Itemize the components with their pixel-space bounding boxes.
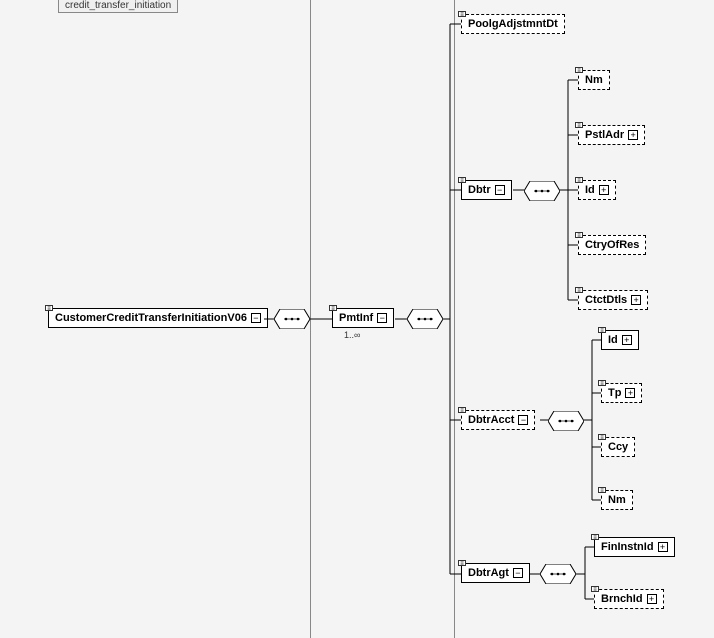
node-customer-credit-transfer[interactable]: ≡ CustomerCreditTransferInitiationV06 − xyxy=(48,308,268,328)
node-label: PmtInf xyxy=(339,312,373,324)
node-label: DbtrAcct xyxy=(468,414,514,426)
element-icon: ≡ xyxy=(575,287,583,293)
sequence-connector xyxy=(524,181,560,201)
element-icon: ≡ xyxy=(591,534,599,540)
node-dbtr-ctryofres[interactable]: ≡ CtryOfRes xyxy=(578,235,646,255)
node-dbtragt-fininstnid[interactable]: ≡ FinInstnId + xyxy=(594,537,675,557)
element-icon: ≡ xyxy=(575,122,583,128)
collapse-icon[interactable]: − xyxy=(518,415,528,425)
expand-icon[interactable]: + xyxy=(599,185,609,195)
node-label: CustomerCreditTransferInitiationV06 xyxy=(55,312,247,324)
node-label: PstlAdr xyxy=(585,129,624,141)
expand-icon[interactable]: + xyxy=(625,388,635,398)
node-label: Tp xyxy=(608,387,621,399)
node-label: Dbtr xyxy=(468,184,491,196)
node-label: PoolgAdjstmntDt xyxy=(468,18,558,30)
element-icon: ≡ xyxy=(458,11,466,17)
node-label: DbtrAgt xyxy=(468,567,509,579)
expand-icon[interactable]: + xyxy=(631,295,641,305)
node-label: Id xyxy=(608,334,618,346)
vertical-divider xyxy=(454,0,455,638)
node-label: Ccy xyxy=(608,441,628,453)
node-dbtracct-id[interactable]: ≡ Id + xyxy=(601,330,639,350)
element-icon: ≡ xyxy=(45,305,53,311)
node-dbtragt-brnchid[interactable]: ≡ BrnchId + xyxy=(594,589,664,609)
node-dbtr-id[interactable]: ≡ Id + xyxy=(578,180,616,200)
expand-icon[interactable]: + xyxy=(622,335,632,345)
node-label: BrnchId xyxy=(601,593,643,605)
node-dbtracct-nm[interactable]: ≡ Nm xyxy=(601,490,633,510)
node-dbtracct-ccy[interactable]: ≡ Ccy xyxy=(601,437,635,457)
sequence-connector xyxy=(274,309,310,329)
sequence-connector xyxy=(548,411,584,431)
element-icon: ≡ xyxy=(591,586,599,592)
element-icon: ≡ xyxy=(575,177,583,183)
node-dbtracct[interactable]: ≡ DbtrAcct − xyxy=(461,410,535,430)
node-dbtr-ctctdtls[interactable]: ≡ CtctDtls + xyxy=(578,290,648,310)
node-poolgadjstmntdt[interactable]: ≡ PoolgAdjstmntDt xyxy=(461,14,565,34)
node-dbtragt[interactable]: ≡ DbtrAgt − xyxy=(461,563,530,583)
occurrence-label: 1..∞ xyxy=(344,330,360,340)
sequence-connector xyxy=(540,564,576,584)
element-icon: ≡ xyxy=(598,327,606,333)
node-dbtr-nm[interactable]: ≡ Nm xyxy=(578,70,610,90)
element-icon: ≡ xyxy=(458,560,466,566)
element-icon: ≡ xyxy=(575,67,583,73)
node-label: CtryOfRes xyxy=(585,239,639,251)
node-label: FinInstnId xyxy=(601,541,654,553)
element-icon: ≡ xyxy=(458,407,466,413)
element-icon: ≡ xyxy=(458,177,466,183)
collapse-icon[interactable]: − xyxy=(495,185,505,195)
element-icon: ≡ xyxy=(598,380,606,386)
node-label: Nm xyxy=(608,494,626,506)
vertical-divider xyxy=(310,0,311,638)
element-icon: ≡ xyxy=(598,434,606,440)
node-label: Id xyxy=(585,184,595,196)
collapse-icon[interactable]: − xyxy=(377,313,387,323)
collapse-icon[interactable]: − xyxy=(513,568,523,578)
node-dbtr[interactable]: ≡ Dbtr − xyxy=(461,180,512,200)
expand-icon[interactable]: + xyxy=(628,130,638,140)
node-pmtinf[interactable]: ≡ PmtInf − xyxy=(332,308,394,328)
element-icon: ≡ xyxy=(575,232,583,238)
expand-icon[interactable]: + xyxy=(647,594,657,604)
node-dbtracct-tp[interactable]: ≡ Tp + xyxy=(601,383,642,403)
node-label: Nm xyxy=(585,74,603,86)
element-icon: ≡ xyxy=(329,305,337,311)
node-label: CtctDtls xyxy=(585,294,627,306)
sequence-connector xyxy=(407,309,443,329)
expand-icon[interactable]: + xyxy=(658,542,668,552)
document-tab[interactable]: credit_transfer_initiation xyxy=(58,0,178,13)
collapse-icon[interactable]: − xyxy=(251,313,261,323)
element-icon: ≡ xyxy=(598,487,606,493)
node-dbtr-pstladr[interactable]: ≡ PstlAdr + xyxy=(578,125,645,145)
